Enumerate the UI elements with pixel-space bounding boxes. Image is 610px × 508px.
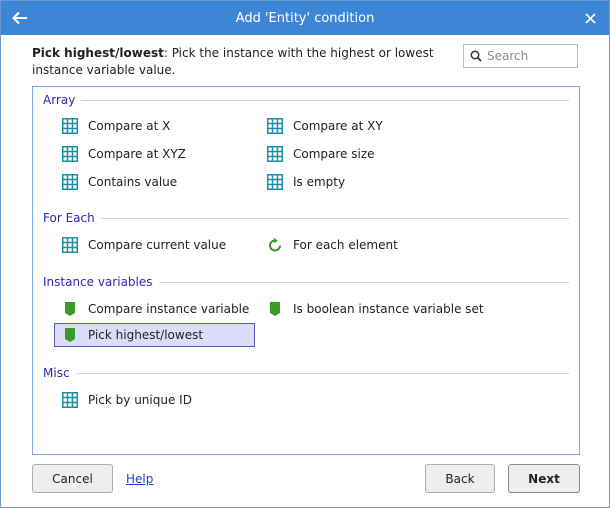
item-is-empty[interactable]: Is empty [266,172,345,192]
item-label: For each element [293,238,398,252]
item-compare-current-value[interactable]: Compare current value [61,235,226,255]
group-label-instance-variables: Instance variables [43,275,153,289]
item-label: Compare instance variable [88,302,250,316]
group-label-misc: Misc [43,366,70,380]
tag-icon [61,326,79,344]
item-compare-at-x[interactable]: Compare at X [61,116,170,136]
item-label: Pick by unique ID [88,393,192,407]
item-label: Pick highest/lowest [88,328,204,342]
help-link[interactable]: Help [126,472,153,486]
grid-icon [61,117,79,135]
grid-icon [61,173,79,191]
group-header-array: Array [43,92,569,108]
group-label-for-each: For Each [43,211,95,225]
grid-icon [266,117,284,135]
back-button[interactable]: Back [425,464,495,493]
group-label-array: Array [43,93,76,107]
search-icon [467,45,485,67]
search-input[interactable] [485,49,575,63]
loop-arrow-icon [266,236,284,254]
close-icon [584,12,596,24]
item-label: Compare current value [88,238,227,252]
item-compare-at-xyz[interactable]: Compare at XYZ [61,144,186,164]
search-box[interactable] [463,44,578,68]
item-label: Is boolean instance variable set [293,302,484,316]
tag-icon [266,300,284,318]
item-label: Compare at XYZ [88,147,186,161]
title-bar: Add 'Entity' condition [1,1,609,35]
item-compare-at-xy[interactable]: Compare at XY [266,116,383,136]
cancel-button[interactable]: Cancel [32,464,113,493]
item-label: Is empty [293,175,346,189]
item-pick-by-unique-id[interactable]: Pick by unique ID [61,390,192,410]
group-header-instance-variables: Instance variables [43,274,569,290]
close-button[interactable] [581,9,599,27]
condition-list-panel: Array Compare at X Compare at XY Compare… [32,86,580,455]
condition-description: Pick highest/lowest: Pick the instance w… [32,45,457,79]
item-compare-instance-variable[interactable]: Compare instance variable [61,299,249,319]
tag-icon [61,300,79,318]
grid-icon [266,173,284,191]
group-header-misc: Misc [43,365,569,381]
item-label: Compare size [293,147,375,161]
item-is-boolean-instance-variable-set[interactable]: Is boolean instance variable set [266,299,484,319]
grid-icon [61,236,79,254]
grid-icon [266,145,284,163]
selected-condition-name: Pick highest/lowest [32,46,164,60]
add-condition-dialog: Add 'Entity' condition Pick highest/lowe… [0,0,610,508]
item-label: Compare at X [88,119,171,133]
item-for-each-element[interactable]: For each element [266,235,398,255]
group-header-for-each: For Each [43,210,569,226]
grid-icon [61,145,79,163]
item-label: Compare at XY [293,119,383,133]
next-button[interactable]: Next [508,464,580,493]
item-contains-value[interactable]: Contains value [61,172,177,192]
item-compare-size[interactable]: Compare size [266,144,375,164]
grid-icon [61,391,79,409]
item-label: Contains value [88,175,178,189]
dialog-title: Add 'Entity' condition [235,11,375,26]
item-pick-highest-lowest[interactable]: Pick highest/lowest [54,323,255,347]
